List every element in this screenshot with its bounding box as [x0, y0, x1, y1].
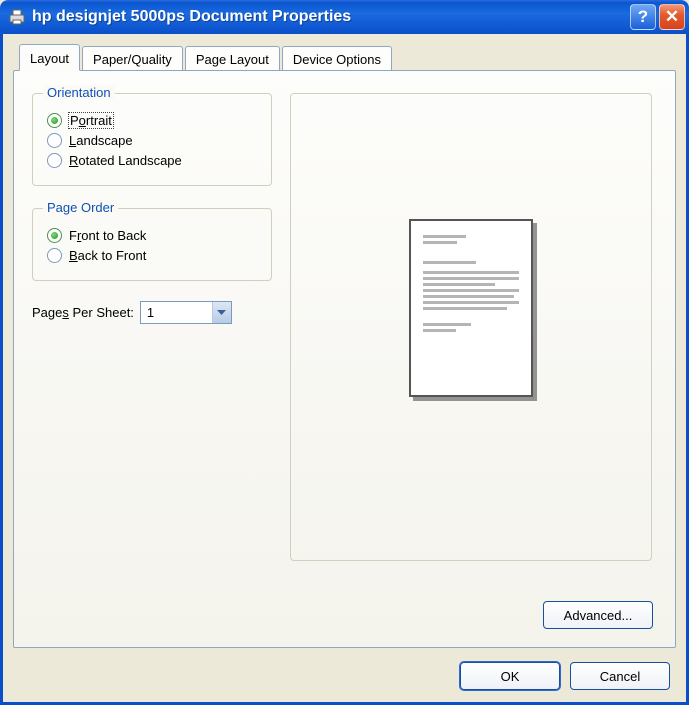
radio-label: Back to Front: [69, 248, 146, 263]
radio-label: Rotated Landscape: [69, 153, 182, 168]
client-area: Layout Paper/Quality Page Layout Device …: [0, 34, 689, 705]
printer-icon: [8, 8, 26, 26]
radio-icon: [47, 153, 62, 168]
tab-panel-layout: Orientation Portrait Landscape Rotated L…: [13, 70, 676, 648]
radio-landscape[interactable]: Landscape: [47, 133, 257, 148]
orientation-legend: Orientation: [43, 85, 115, 100]
pages-per-sheet-combo[interactable]: 1: [140, 301, 232, 324]
preview-panel: [290, 93, 652, 561]
tab-label: Paper/Quality: [93, 52, 172, 67]
radio-front-to-back[interactable]: Front to Back: [47, 228, 257, 243]
radio-label: Portrait: [69, 113, 113, 128]
radio-portrait[interactable]: Portrait: [47, 113, 257, 128]
button-label: Cancel: [600, 669, 640, 684]
close-icon: ✕: [665, 7, 679, 27]
tab-label: Device Options: [293, 52, 381, 67]
radio-label: Landscape: [69, 133, 133, 148]
tab-paper-quality[interactable]: Paper/Quality: [82, 46, 183, 71]
cancel-button[interactable]: Cancel: [570, 662, 670, 690]
tab-label: Layout: [30, 51, 69, 66]
tab-page-layout[interactable]: Page Layout: [185, 46, 280, 71]
pages-per-sheet-row: Pages Per Sheet: 1: [32, 301, 272, 324]
radio-icon: [47, 133, 62, 148]
button-label: OK: [501, 669, 520, 684]
left-column: Orientation Portrait Landscape Rotated L…: [32, 85, 272, 324]
radio-rotated-landscape[interactable]: Rotated Landscape: [47, 153, 257, 168]
page-preview: [409, 219, 533, 397]
orientation-group: Orientation Portrait Landscape Rotated L…: [32, 93, 272, 186]
advanced-button[interactable]: Advanced...: [543, 601, 653, 629]
ok-button[interactable]: OK: [460, 662, 560, 690]
tab-strip: Layout Paper/Quality Page Layout Device …: [19, 42, 676, 70]
radio-icon: [47, 248, 62, 263]
radio-icon: [47, 113, 62, 128]
tab-layout[interactable]: Layout: [19, 44, 80, 71]
title-bar: hp designjet 5000ps Document Properties …: [0, 0, 689, 34]
tab-device-options[interactable]: Device Options: [282, 46, 392, 71]
close-button[interactable]: ✕: [659, 4, 685, 30]
help-icon: ?: [638, 7, 648, 27]
help-button[interactable]: ?: [630, 4, 656, 30]
page-order-group: Page Order Front to Back Back to Front: [32, 208, 272, 281]
button-label: Advanced...: [564, 608, 633, 623]
radio-label: Front to Back: [69, 228, 146, 243]
radio-icon: [47, 228, 62, 243]
tab-label: Page Layout: [196, 52, 269, 67]
pages-per-sheet-label: Pages Per Sheet:: [32, 305, 134, 320]
page-order-legend: Page Order: [43, 200, 118, 215]
chevron-down-icon: [212, 302, 231, 323]
radio-back-to-front[interactable]: Back to Front: [47, 248, 257, 263]
window-title: hp designjet 5000ps Document Properties: [32, 8, 627, 26]
dialog-buttons: OK Cancel: [460, 662, 670, 690]
combo-value: 1: [141, 302, 212, 323]
